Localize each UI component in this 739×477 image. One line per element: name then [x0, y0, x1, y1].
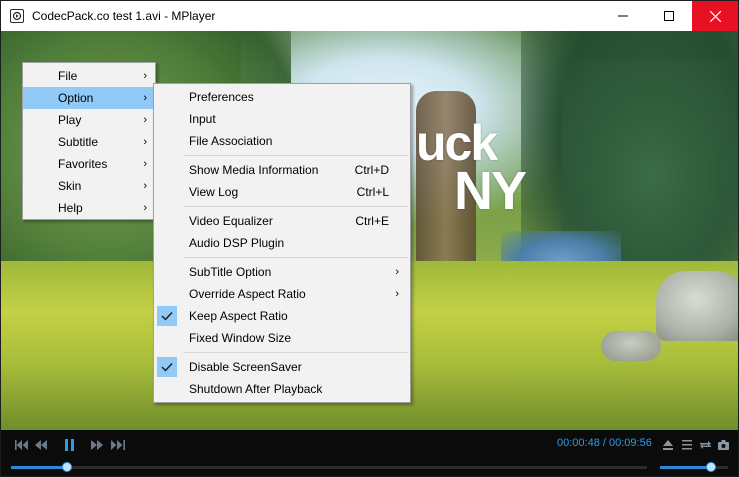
maximize-button[interactable] — [646, 1, 692, 31]
menu-item-skin[interactable]: Skin › — [23, 175, 155, 197]
chevron-right-icon: › — [395, 288, 399, 300]
menu-item-label: Help — [58, 201, 83, 215]
seek-progress — [11, 466, 67, 469]
repeat-icon[interactable] — [700, 438, 711, 452]
app-icon[interactable] — [10, 9, 24, 23]
video-title-line1: uck — [416, 115, 498, 171]
menu-item-fixed-window-size[interactable]: Fixed Window Size — [154, 327, 410, 349]
menu-item-subtitle-option[interactable]: SubTitle Option › — [154, 261, 410, 283]
menu-item-label: Keep Aspect Ratio — [189, 309, 288, 323]
seek-bar[interactable] — [11, 462, 647, 472]
control-bar: 00:00:48 / 00:09:56 — [1, 430, 738, 476]
title-bar[interactable]: CodecPack.co test 1.avi - MPlayer — [1, 1, 738, 31]
menu-item-override-aspect-ratio[interactable]: Override Aspect Ratio › — [154, 283, 410, 305]
window-controls — [600, 1, 738, 31]
menu-item-file-association[interactable]: File Association — [154, 130, 410, 152]
video-title-line2: NY — [454, 161, 527, 221]
time-display: 00:00:48 / 00:09:56 — [557, 437, 652, 449]
menu-separator — [184, 206, 408, 207]
close-button[interactable] — [692, 1, 738, 31]
menu-item-shortcut: Ctrl+D — [354, 163, 389, 177]
menu-item-shortcut: Ctrl+L — [356, 185, 389, 199]
menu-separator — [184, 155, 408, 156]
menu-item-label: Override Aspect Ratio — [189, 287, 306, 301]
check-icon — [157, 306, 177, 326]
menu-item-shortcut: Ctrl+E — [355, 214, 389, 228]
menu-item-label: Show Media Information — [189, 163, 319, 177]
context-menu: File › Option › Play › Subtitle › Favorites ›… — [22, 62, 156, 220]
chevron-right-icon: › — [143, 70, 147, 82]
menu-item-disable-screensaver[interactable]: Disable ScreenSaver — [154, 356, 410, 378]
menu-item-label: Fixed Window Size — [189, 331, 292, 345]
rewind-icon[interactable] — [35, 438, 47, 452]
chevron-right-icon: › — [143, 136, 147, 148]
menu-item-label: Preferences — [189, 90, 254, 104]
skip-forward-icon[interactable] — [111, 438, 125, 452]
video-title-overlay: uck NY — [416, 115, 527, 221]
chevron-right-icon: › — [143, 202, 147, 214]
menu-item-label: Disable ScreenSaver — [189, 360, 302, 374]
menu-item-label: View Log — [189, 185, 239, 199]
menu-item-help[interactable]: Help › — [23, 197, 155, 219]
check-icon — [157, 357, 177, 377]
chevron-right-icon: › — [395, 266, 399, 278]
window-title: CodecPack.co test 1.avi - MPlayer — [32, 9, 216, 23]
menu-item-label: Favorites — [58, 157, 108, 171]
volume-level — [660, 466, 711, 469]
menu-item-label: Play — [58, 113, 82, 127]
video-rock-small — [601, 331, 661, 361]
video-rock — [656, 271, 738, 341]
menu-item-show-media-information[interactable]: Show Media Information Ctrl+D — [154, 159, 410, 181]
menu-item-label: Input — [189, 112, 216, 126]
menu-item-label: Audio DSP Plugin — [189, 236, 285, 250]
menu-item-play[interactable]: Play › — [23, 109, 155, 131]
chevron-right-icon: › — [143, 92, 147, 104]
menu-item-shutdown-after-playback[interactable]: Shutdown After Playback — [154, 378, 410, 400]
volume-handle[interactable] — [706, 462, 716, 472]
menu-item-label: Skin — [58, 179, 82, 193]
pause-icon[interactable] — [65, 438, 75, 452]
minimize-button[interactable] — [600, 1, 646, 31]
menu-item-subtitle[interactable]: Subtitle › — [23, 131, 155, 153]
menu-item-label: Option — [58, 91, 94, 105]
chevron-right-icon: › — [143, 180, 147, 192]
chevron-right-icon: › — [143, 114, 147, 126]
menu-item-file[interactable]: File › — [23, 65, 155, 87]
fast-forward-icon[interactable] — [91, 438, 103, 452]
chevron-right-icon: › — [143, 158, 147, 170]
menu-item-input[interactable]: Input — [154, 108, 410, 130]
volume-slider[interactable] — [660, 462, 728, 472]
camera-icon[interactable] — [718, 438, 729, 452]
menu-item-label: Video Equalizer — [189, 214, 273, 228]
eject-icon[interactable] — [663, 438, 673, 452]
menu-item-view-log[interactable]: View Log Ctrl+L — [154, 181, 410, 203]
menu-separator — [184, 352, 408, 353]
menu-separator — [184, 257, 408, 258]
menu-item-label: Shutdown After Playback — [189, 382, 323, 396]
menu-item-keep-aspect-ratio[interactable]: Keep Aspect Ratio — [154, 305, 410, 327]
menu-item-preferences[interactable]: Preferences — [154, 86, 410, 108]
menu-item-label: File — [58, 69, 78, 83]
playlist-icon[interactable] — [682, 438, 692, 452]
menu-item-favorites[interactable]: Favorites › — [23, 153, 155, 175]
seek-handle[interactable] — [61, 462, 72, 472]
menu-item-label: Subtitle — [58, 135, 99, 149]
menu-item-label: SubTitle Option — [189, 265, 272, 279]
menu-item-option[interactable]: Option › — [23, 87, 155, 109]
menu-item-label: File Association — [189, 134, 273, 148]
skip-back-icon[interactable] — [15, 438, 29, 452]
option-submenu: Preferences Input File Association Show … — [153, 83, 411, 403]
menu-item-video-equalizer[interactable]: Video Equalizer Ctrl+E — [154, 210, 410, 232]
menu-item-audio-dsp-plugin[interactable]: Audio DSP Plugin — [154, 232, 410, 254]
